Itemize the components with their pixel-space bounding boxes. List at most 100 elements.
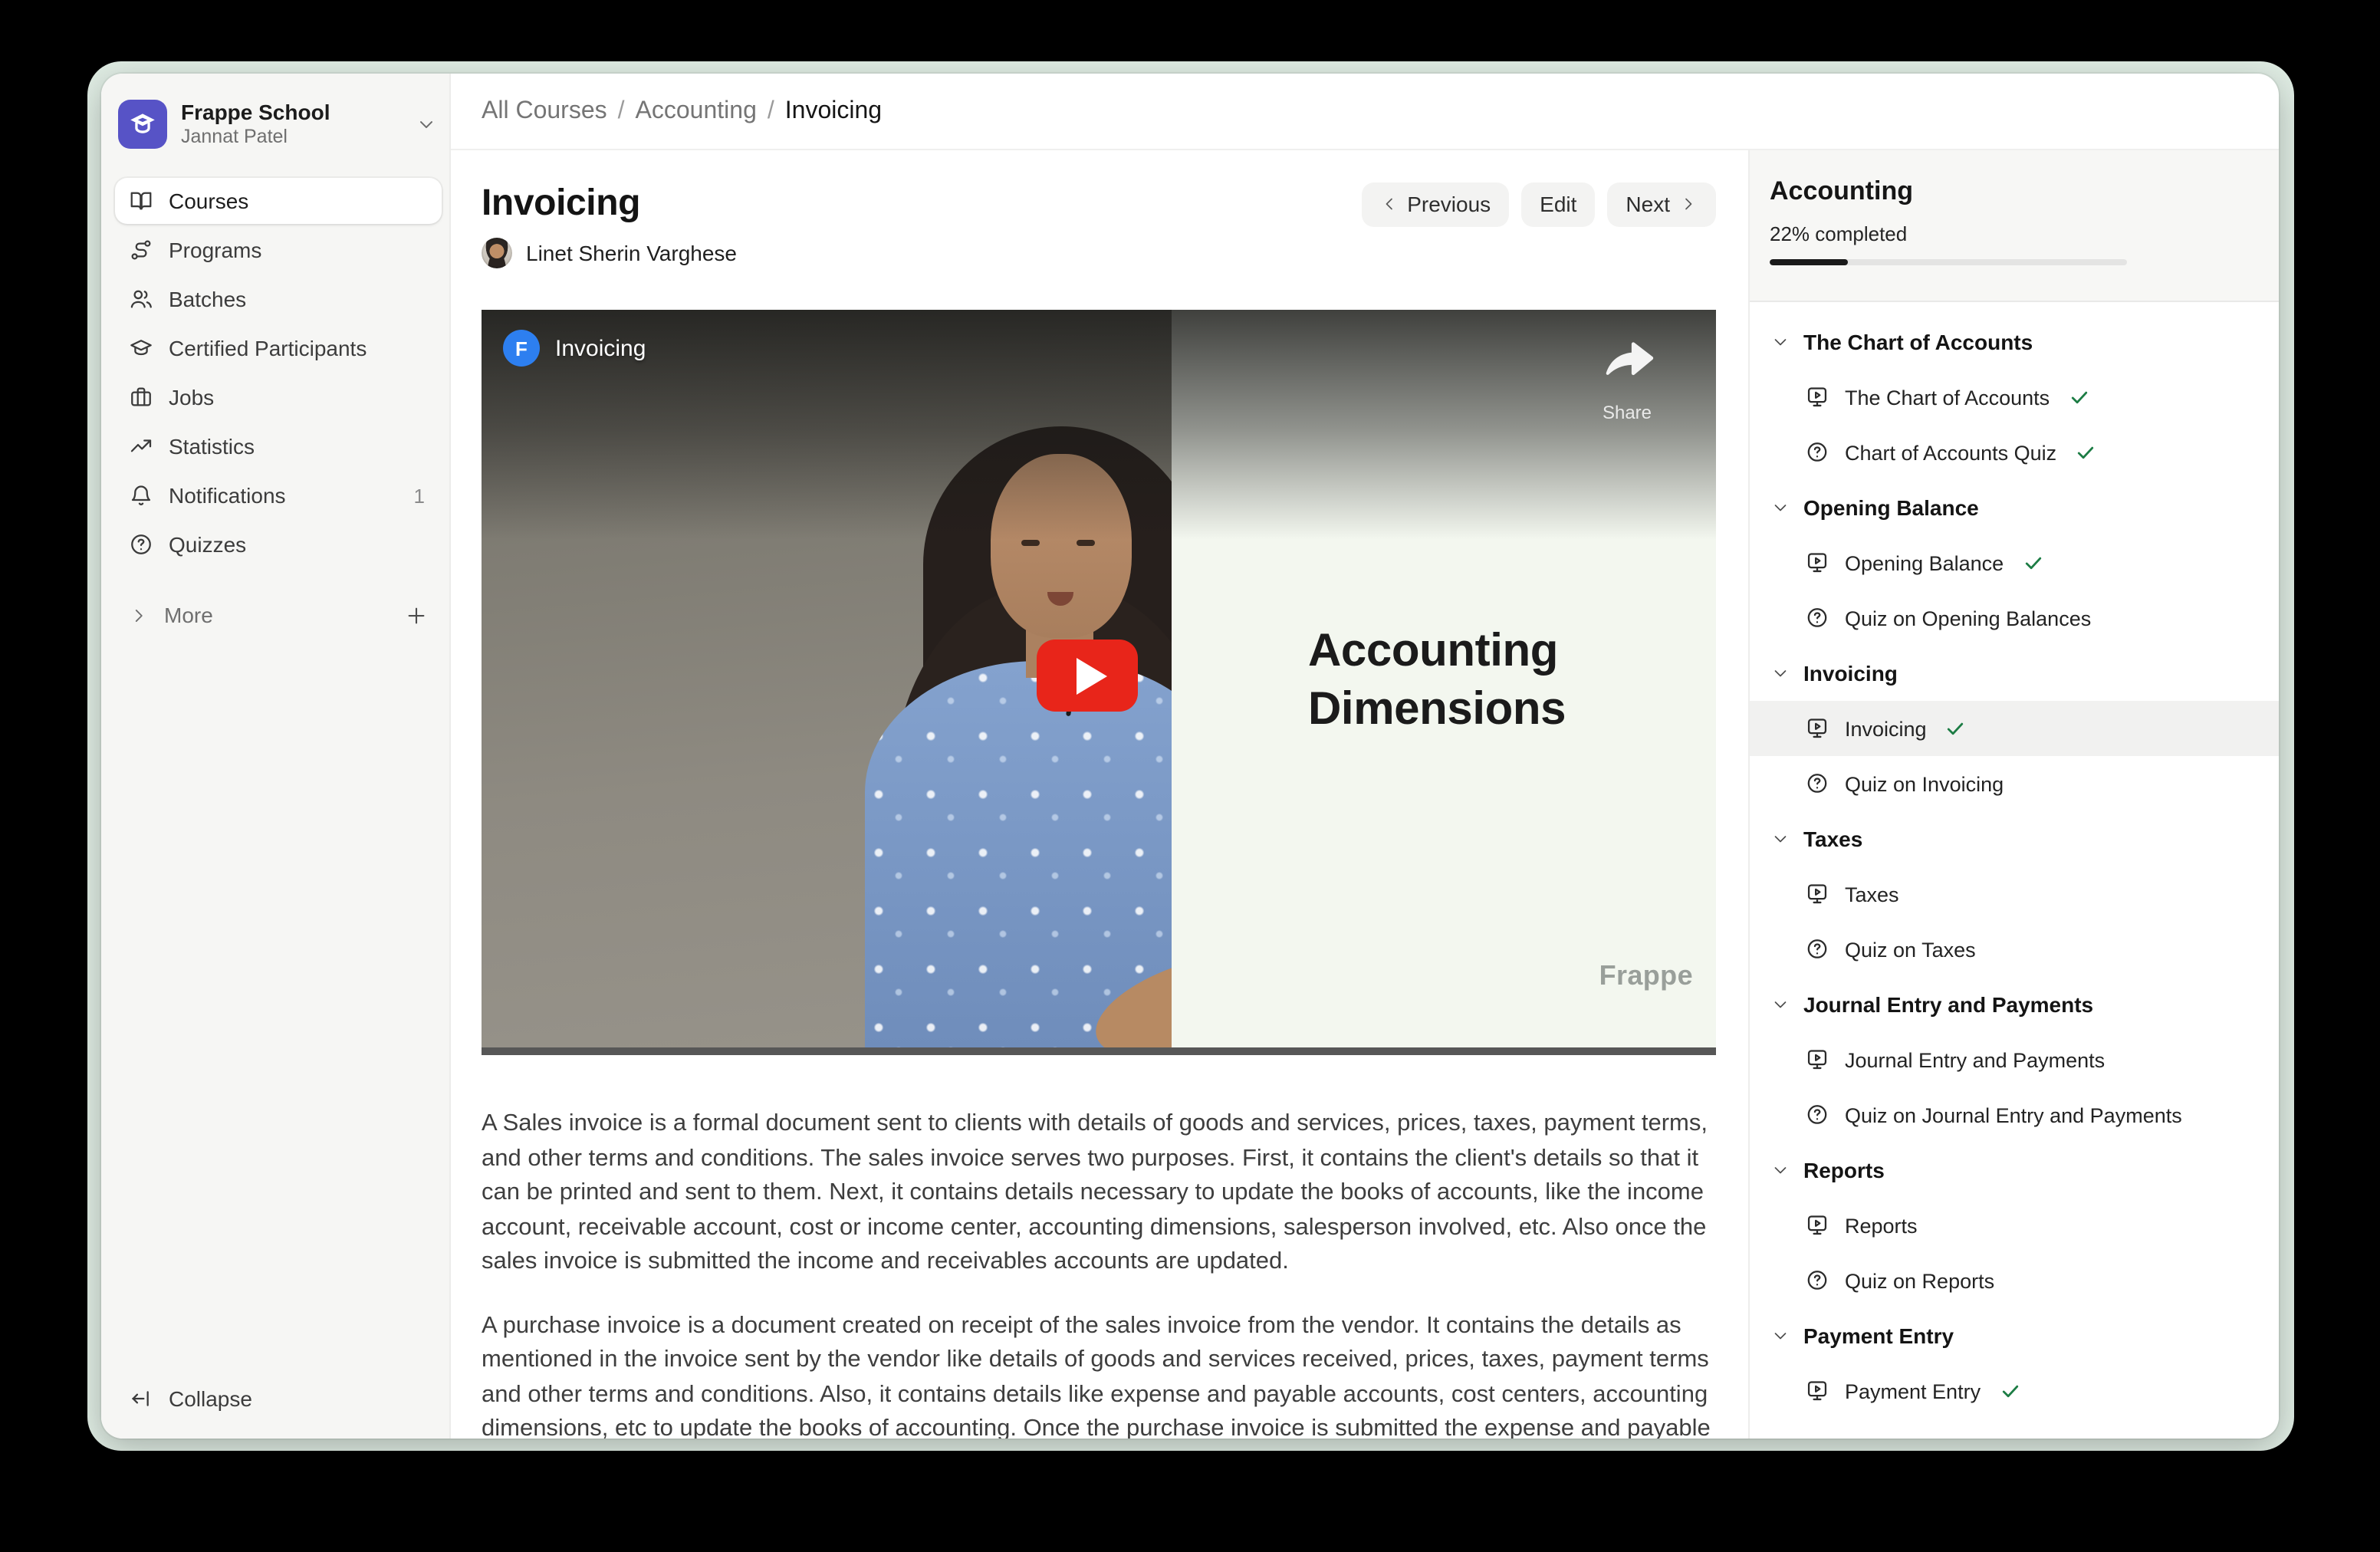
check-icon: [2075, 442, 2096, 463]
monitor-play-icon: [1805, 882, 1829, 906]
sidebar-item-statistics[interactable]: Statistics: [115, 423, 442, 469]
chevron-down-icon: [1771, 333, 1790, 351]
outline-lesson-invoicing[interactable]: Invoicing: [1750, 701, 2279, 756]
chapter-title: Invoicing: [1803, 661, 1898, 686]
collapse-left-icon: [129, 1386, 153, 1411]
course-outline: The Chart of AccountsThe Chart of Accoun…: [1750, 302, 2279, 1439]
outline-lesson-taxes[interactable]: Taxes: [1750, 866, 2279, 922]
quiz-icon: [1805, 1268, 1829, 1293]
lesson-label: Reports: [1845, 1214, 1918, 1237]
outline-lesson-reports[interactable]: Reports: [1750, 1198, 2279, 1253]
previous-button[interactable]: Previous: [1361, 182, 1509, 226]
chapter-header-opening-balance[interactable]: Opening Balance: [1750, 480, 2279, 535]
lesson-label: Chart of Accounts Quiz: [1845, 441, 2056, 464]
play-icon: [1076, 657, 1106, 694]
notification-count-badge: 1: [414, 484, 428, 507]
outline-lesson-the-chart-of-accounts[interactable]: The Chart of Accounts: [1750, 370, 2279, 425]
youtube-play-button[interactable]: [1037, 640, 1138, 712]
chevron-left-icon: [1379, 195, 1398, 213]
check-icon: [2068, 386, 2089, 408]
book-open-icon: [129, 189, 153, 213]
author-row: Linet Sherin Varghese: [482, 238, 1716, 268]
chapter-header-the-chart-of-accounts[interactable]: The Chart of Accounts: [1750, 314, 2279, 370]
bell-icon: [129, 483, 153, 508]
video-progress-strip[interactable]: [482, 1047, 1716, 1055]
check-icon: [2022, 552, 2043, 574]
sidebar-item-notifications[interactable]: Notifications 1: [115, 472, 442, 518]
check-icon: [1945, 718, 1967, 739]
edit-button[interactable]: Edit: [1521, 182, 1595, 226]
sidebar-item-certified-participants[interactable]: Certified Participants: [115, 325, 442, 371]
sidebar-item-label: Notifications: [169, 483, 286, 508]
quiz-icon: [1805, 937, 1829, 962]
lesson-nav-buttons: Previous Edit Next: [1361, 182, 1716, 226]
sidebar-item-batches[interactable]: Batches: [115, 276, 442, 322]
chapter-title: Taxes: [1803, 827, 1862, 851]
sidebar-item-label: Statistics: [169, 434, 255, 459]
plus-icon[interactable]: [405, 603, 428, 626]
workspace-names: Frappe School Jannat Patel: [181, 100, 330, 149]
lesson-main: Invoicing Previous Edit Nex: [451, 150, 1748, 1439]
breadcrumb-all-courses[interactable]: All Courses: [482, 97, 607, 125]
share-label: Share: [1593, 402, 1661, 423]
outline-quiz-quiz-on-reports[interactable]: Quiz on Reports: [1750, 1253, 2279, 1308]
chapter-title: Opening Balance: [1803, 495, 1979, 520]
chapter-header-payment-entry[interactable]: Payment Entry: [1750, 1308, 2279, 1363]
lesson-label: Quiz on Reports: [1845, 1269, 1994, 1292]
video-player[interactable]: Accounting Dimensions F Invoicing: [482, 310, 1716, 1055]
workspace-switcher[interactable]: Frappe School Jannat Patel: [115, 92, 442, 153]
check-icon: [1999, 1380, 2020, 1402]
slide-title: Accounting Dimensions: [1308, 623, 1566, 739]
monitor-play-icon: [1805, 716, 1829, 741]
chevron-down-icon: [1771, 1161, 1790, 1179]
more-label: More: [164, 603, 213, 627]
breadcrumb-separator: /: [768, 97, 774, 125]
breadcrumb-course[interactable]: Accounting: [636, 97, 757, 125]
share-button[interactable]: Share: [1593, 330, 1661, 423]
outline-lesson-payment-entry[interactable]: Payment Entry: [1750, 1363, 2279, 1419]
breadcrumb: All Courses / Accounting / Invoicing: [451, 74, 2279, 150]
video-title[interactable]: Invoicing: [555, 335, 646, 361]
outline-lesson-journal-entry-and-payments[interactable]: Journal Entry and Payments: [1750, 1032, 2279, 1087]
main-column: All Courses / Accounting / Invoicing Inv…: [451, 74, 2279, 1439]
outline-quiz-chart-of-accounts-quiz[interactable]: Chart of Accounts Quiz: [1750, 425, 2279, 480]
sidebar-item-more[interactable]: More: [115, 594, 442, 636]
next-button[interactable]: Next: [1607, 182, 1716, 226]
outline-quiz-quiz-on-taxes[interactable]: Quiz on Taxes: [1750, 922, 2279, 977]
progress-fill: [1770, 259, 1849, 265]
sidebar-item-jobs[interactable]: Jobs: [115, 374, 442, 420]
collapse-sidebar-button[interactable]: Collapse: [115, 1377, 442, 1420]
paragraph: A Sales invoice is a formal document sen…: [482, 1107, 1713, 1280]
video-header: F Invoicing: [503, 330, 646, 367]
author-name: Linet Sherin Varghese: [526, 241, 737, 265]
outline-lesson-opening-balance[interactable]: Opening Balance: [1750, 535, 2279, 590]
sidebar-item-label: Certified Participants: [169, 336, 367, 360]
outline-quiz-quiz-on-opening-balances[interactable]: Quiz on Opening Balances: [1750, 590, 2279, 646]
users-icon: [129, 287, 153, 311]
chevron-down-icon[interactable]: [416, 113, 437, 135]
sidebar-item-label: Programs: [169, 238, 261, 262]
channel-avatar[interactable]: F: [503, 330, 540, 367]
sidebar-item-quizzes[interactable]: Quizzes: [115, 521, 442, 567]
frappe-school-logo: [118, 100, 167, 149]
chapter-header-taxes[interactable]: Taxes: [1750, 811, 2279, 866]
chapter-header-journal-entry-and-payments[interactable]: Journal Entry and Payments: [1750, 977, 2279, 1032]
sidebar-item-label: Batches: [169, 287, 246, 311]
quiz-icon: [1805, 606, 1829, 630]
chapter-header-reports[interactable]: Reports: [1750, 1143, 2279, 1198]
sidebar-item-programs[interactable]: Programs: [115, 227, 442, 273]
monitor-play-icon: [1805, 1213, 1829, 1238]
chapter-header-invoicing[interactable]: Invoicing: [1750, 646, 2279, 701]
sidebar-item-label: Jobs: [169, 385, 214, 409]
quiz-icon: [1805, 440, 1829, 465]
breadcrumb-current: Invoicing: [785, 97, 882, 125]
chevron-right-icon: [1679, 195, 1698, 213]
chevron-down-icon: [1771, 664, 1790, 682]
monitor-play-icon: [1805, 1047, 1829, 1072]
outline-quiz-quiz-on-invoicing[interactable]: Quiz on Invoicing: [1750, 756, 2279, 811]
sidebar-item-courses[interactable]: Courses: [115, 178, 442, 224]
outline-quiz-quiz-on-journal-entry-and-payments[interactable]: Quiz on Journal Entry and Payments: [1750, 1087, 2279, 1143]
share-icon: [1593, 330, 1661, 397]
video-top-gradient: [482, 310, 1716, 540]
breadcrumb-separator: /: [618, 97, 625, 125]
